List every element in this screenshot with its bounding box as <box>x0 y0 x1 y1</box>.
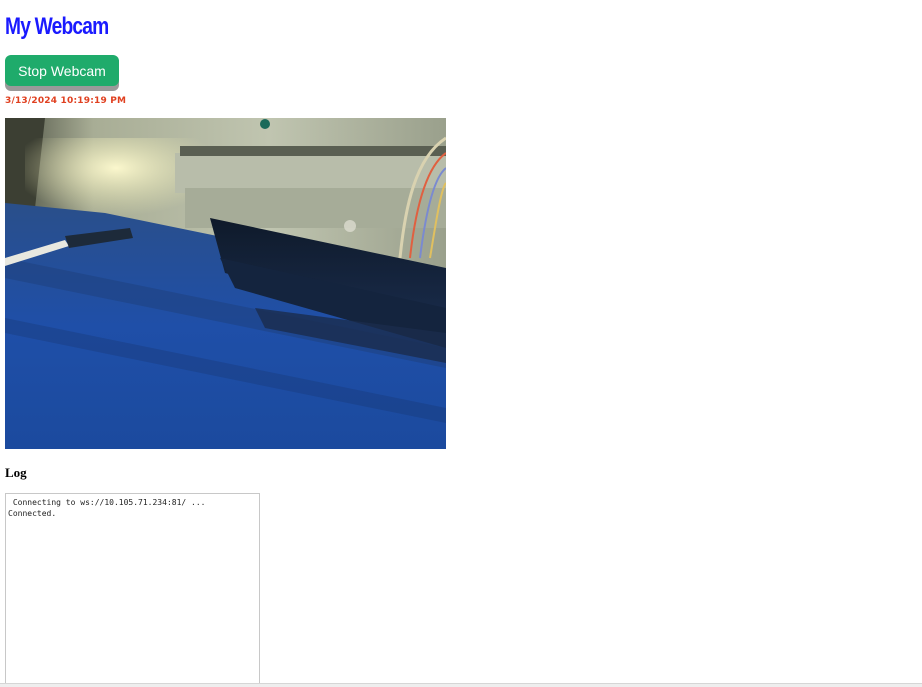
log-line: Connecting to ws://10.105.71.234:81/ ... <box>8 498 206 507</box>
webcam-image <box>5 118 446 449</box>
log-textarea[interactable]: Connecting to ws://10.105.71.234:81/ ...… <box>5 493 260 687</box>
window-bottom-edge <box>0 683 922 687</box>
timestamp-label: 3/13/2024 10:19:19 PM <box>5 96 127 106</box>
log-heading: Log <box>5 465 27 480</box>
log-line: Connected. <box>8 509 57 518</box>
stop-webcam-button[interactable]: Stop Webcam <box>5 55 119 86</box>
page-title: My Webcam <box>5 13 109 40</box>
webcam-feed <box>5 118 446 449</box>
